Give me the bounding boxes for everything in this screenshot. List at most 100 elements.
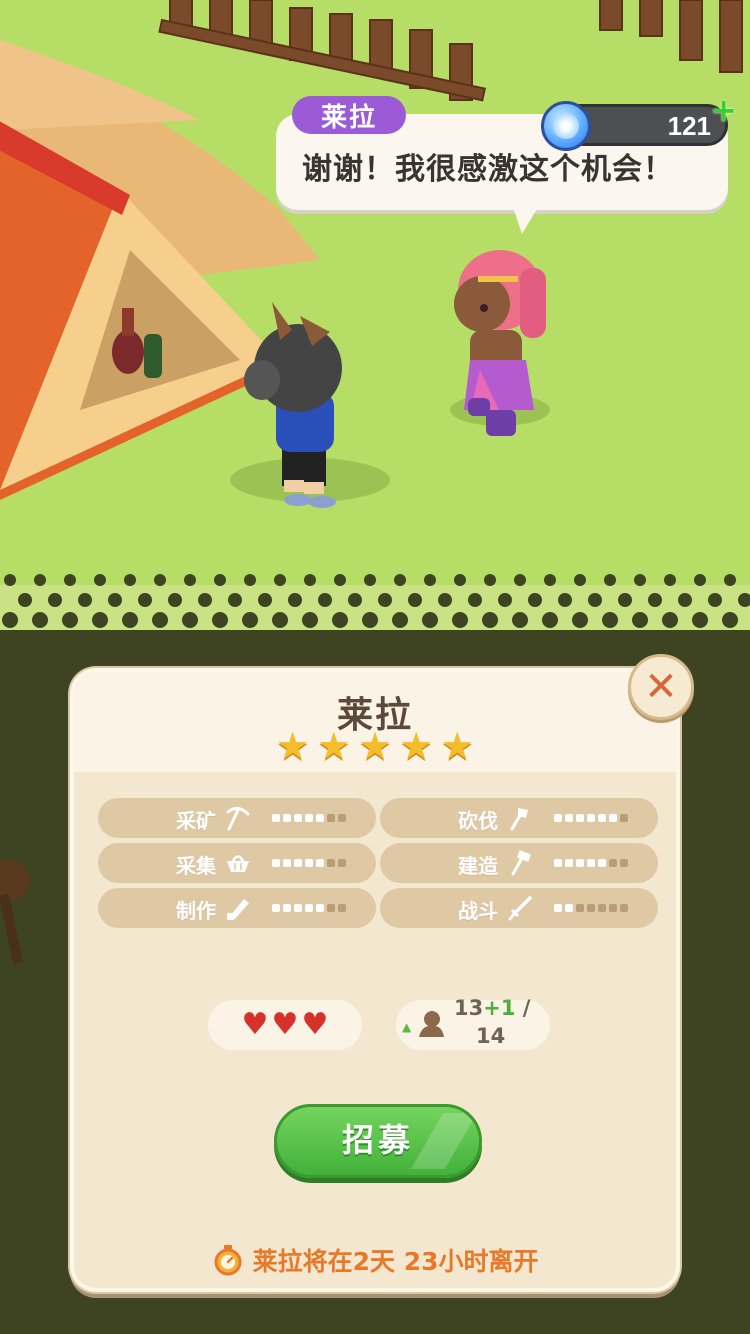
skill-level-pip	[294, 859, 302, 867]
skill-level-pip	[587, 859, 595, 867]
skill-level-pip	[272, 904, 280, 912]
sword-icon	[508, 896, 532, 921]
skill-level-pip	[565, 814, 573, 822]
skill-logging: 砍伐	[380, 798, 658, 838]
happiness-hearts: ♥ ♥ ♥	[208, 1000, 362, 1050]
pickaxe-icon	[226, 807, 250, 831]
skill-level-pip	[598, 814, 606, 822]
departure-timer-text: 莱拉将在2天 23小时离开	[252, 1247, 539, 1276]
skill-level-dots	[272, 859, 346, 867]
star-icon: ★	[316, 724, 351, 768]
skill-level-pip	[316, 859, 324, 867]
skill-label: 战斗	[458, 899, 498, 923]
skill-level-dots	[554, 814, 628, 822]
stopwatch-icon	[214, 1245, 241, 1276]
skill-level-pip	[598, 904, 606, 912]
skill-level-pip	[305, 859, 313, 867]
speech-bubble-tail	[512, 204, 540, 234]
skill-label: 采集	[176, 854, 216, 878]
skill-level-dots	[272, 814, 346, 822]
star-icon: ★	[275, 724, 310, 768]
skill-level-pip	[587, 814, 595, 822]
currency-amount: 121	[667, 111, 711, 141]
villager-silhouette-icon	[419, 1011, 444, 1037]
add-currency-plus-icon[interactable]: +	[710, 91, 737, 129]
heart-icon: ♥	[301, 1007, 329, 1042]
skill-level-pip	[305, 814, 313, 822]
axe-icon	[510, 808, 528, 831]
heart-icon: ♥	[241, 1007, 269, 1042]
population-bonus: +1	[483, 996, 516, 1020]
flower-gem-icon	[541, 101, 591, 151]
close-icon: ✕	[644, 664, 678, 710]
close-button[interactable]: ✕	[628, 654, 694, 720]
skill-level-pip	[576, 814, 584, 822]
skill-gathering: 采集	[98, 843, 376, 883]
star-icon: ★	[399, 724, 434, 768]
skill-building: 建造	[380, 843, 658, 883]
skill-level-pip	[598, 859, 606, 867]
skill-level-dots	[272, 904, 346, 912]
skill-level-pip	[283, 814, 291, 822]
npc-character	[454, 250, 546, 436]
skill-level-dots	[554, 859, 628, 867]
skill-level-dots	[554, 904, 628, 912]
skill-label: 采矿	[176, 809, 216, 833]
skill-level-pip	[565, 904, 573, 912]
recruit-panel: 莱拉 ★ ★ ★ ★ ★ 采矿 砍伐 采集 建造 制作 战斗 ♥ ♥ ♥ ▲ 1…	[70, 668, 680, 1292]
dialogue-text: 谢谢！我很感激这个机会！	[302, 152, 674, 187]
skill-label: 建造	[458, 854, 498, 878]
skill-level-pip	[338, 859, 346, 867]
population-current-line: 13+1 /	[454, 996, 530, 1020]
skill-level-pip	[554, 814, 562, 822]
saw-icon	[227, 899, 249, 920]
population-counter: ▲ 13+1 / 14	[396, 996, 550, 1050]
increase-arrow-icon: ▲	[402, 1020, 412, 1034]
star-icon: ★	[357, 724, 393, 768]
skill-level-pip	[294, 904, 302, 912]
skill-level-pip	[305, 904, 313, 912]
skill-level-pip	[272, 859, 280, 867]
hammer-icon	[511, 850, 531, 876]
star-rating: ★ ★ ★ ★ ★	[74, 726, 676, 766]
skill-level-pip	[620, 859, 628, 867]
skill-level-pip	[576, 859, 584, 867]
speaker-name-tag: 莱拉	[292, 96, 406, 134]
star-icon: ★	[440, 724, 475, 768]
skill-level-pip	[338, 904, 346, 912]
skill-level-pip	[620, 814, 628, 822]
basket-icon	[227, 855, 249, 872]
skill-label: 砍伐	[458, 809, 498, 833]
heart-icon: ♥	[271, 1007, 299, 1042]
skill-level-pip	[294, 814, 302, 822]
skill-level-pip	[327, 904, 335, 912]
population-max: 14	[476, 1024, 506, 1048]
skill-level-pip	[565, 859, 573, 867]
skill-level-pip	[283, 904, 291, 912]
skill-level-pip	[283, 859, 291, 867]
population-current: 13	[454, 996, 484, 1020]
skill-level-pip	[338, 814, 346, 822]
skill-level-pip	[316, 814, 324, 822]
gem-currency-counter[interactable]: 121 +	[541, 91, 737, 151]
button-shine	[410, 1113, 478, 1169]
skill-combat: 战斗	[380, 888, 658, 928]
skill-level-pip	[554, 904, 562, 912]
population-separator: /	[522, 996, 531, 1020]
skill-crafting: 制作	[98, 888, 376, 928]
skill-level-pip	[609, 814, 617, 822]
skill-mining: 采矿	[98, 798, 376, 838]
stool-decoration	[0, 860, 30, 970]
skill-level-pip	[609, 859, 617, 867]
skill-level-pip	[272, 814, 280, 822]
skill-level-pip	[327, 814, 335, 822]
recruit-button[interactable]: 招募	[274, 1104, 482, 1178]
skill-label: 制作	[176, 899, 216, 923]
recruit-button-label: 招募	[341, 1121, 414, 1159]
skill-level-pip	[327, 859, 335, 867]
skill-level-pip	[554, 859, 562, 867]
skill-level-pip	[576, 904, 584, 912]
skill-level-pip	[587, 904, 595, 912]
skill-level-pip	[620, 904, 628, 912]
skill-level-pip	[316, 904, 324, 912]
